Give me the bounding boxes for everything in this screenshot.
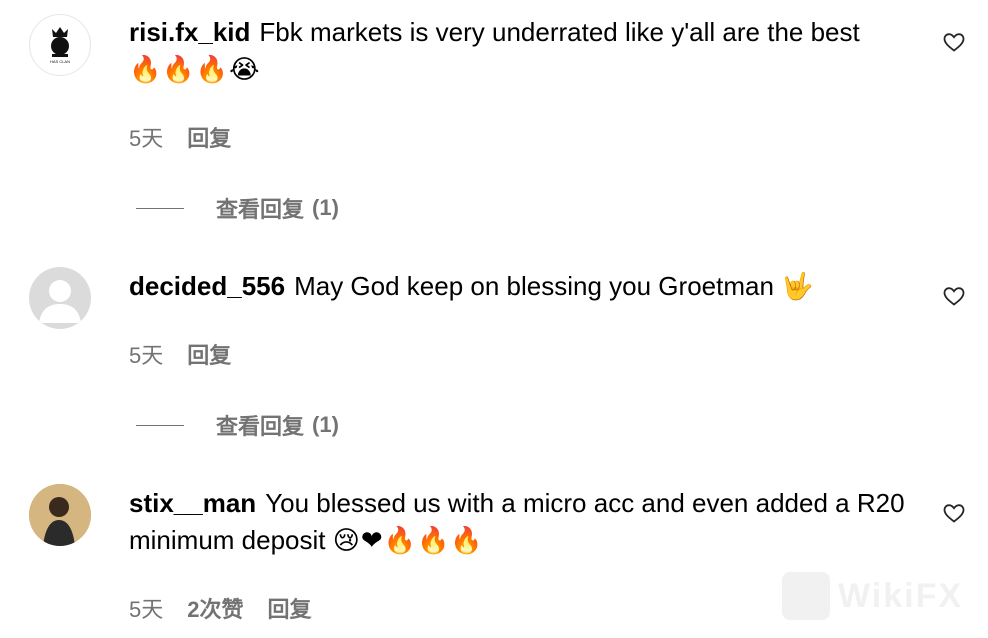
comment-body: decided_556 May God keep on blessing you …: [129, 268, 919, 306]
view-replies-label: 查看回复: [216, 414, 305, 439]
default-avatar-icon: [39, 280, 81, 323]
comment-meta: 5天 回复: [129, 121, 231, 153]
avatar-logo-icon: HAS CLAN: [50, 27, 70, 64]
username[interactable]: stix__man: [129, 488, 256, 518]
reply-button[interactable]: 回复: [187, 338, 231, 370]
comment-meta: 5天 回复: [129, 338, 231, 370]
likes-count-button[interactable]: 2次赞: [187, 592, 243, 624]
profile-photo-icon: [29, 484, 91, 546]
view-replies-button[interactable]: 查看回复 (1): [136, 409, 339, 441]
comment-body: risi.fx_kid Fbk markets is very underrate…: [129, 14, 919, 89]
reply-button[interactable]: 回复: [187, 121, 231, 153]
reply-count: (1): [312, 412, 339, 437]
timestamp: 5天: [129, 597, 164, 622]
heart-outline-icon[interactable]: [942, 30, 966, 54]
avatar[interactable]: [29, 484, 91, 546]
avatar[interactable]: [29, 267, 91, 329]
heart-outline-icon[interactable]: [942, 501, 966, 525]
username[interactable]: decided_556: [129, 271, 285, 301]
view-replies-button[interactable]: 查看回复 (1): [136, 192, 339, 224]
timestamp: 5天: [129, 343, 164, 368]
comment-emoji: 🤟: [781, 272, 815, 302]
avatar[interactable]: HAS CLAN: [29, 14, 91, 76]
comment-emoji: 😢❤🔥🔥🔥: [332, 526, 484, 556]
username[interactable]: risi.fx_kid: [129, 17, 250, 47]
comment-text: May God keep on blessing you Groetman: [294, 271, 774, 301]
comment-emoji: 🔥🔥🔥😭: [129, 55, 261, 85]
svg-text:HAS CLAN: HAS CLAN: [50, 59, 70, 64]
comment-body: stix__man You blessed us with a micro acc…: [129, 485, 919, 560]
watermark-logo-icon: [782, 572, 830, 620]
watermark: WikiFX: [782, 572, 963, 620]
reply-button[interactable]: 回复: [268, 592, 312, 624]
comment-meta: 5天 2次赞 回复: [129, 592, 312, 624]
comment-text: Fbk markets is very underrated like y'al…: [259, 17, 860, 47]
heart-outline-icon[interactable]: [942, 284, 966, 308]
divider-line: [136, 424, 184, 426]
divider-line: [136, 207, 184, 209]
view-replies-label: 查看回复: [216, 197, 305, 222]
reply-count: (1): [312, 195, 339, 220]
watermark-text: WikiFX: [838, 576, 964, 615]
timestamp: 5天: [129, 126, 164, 151]
